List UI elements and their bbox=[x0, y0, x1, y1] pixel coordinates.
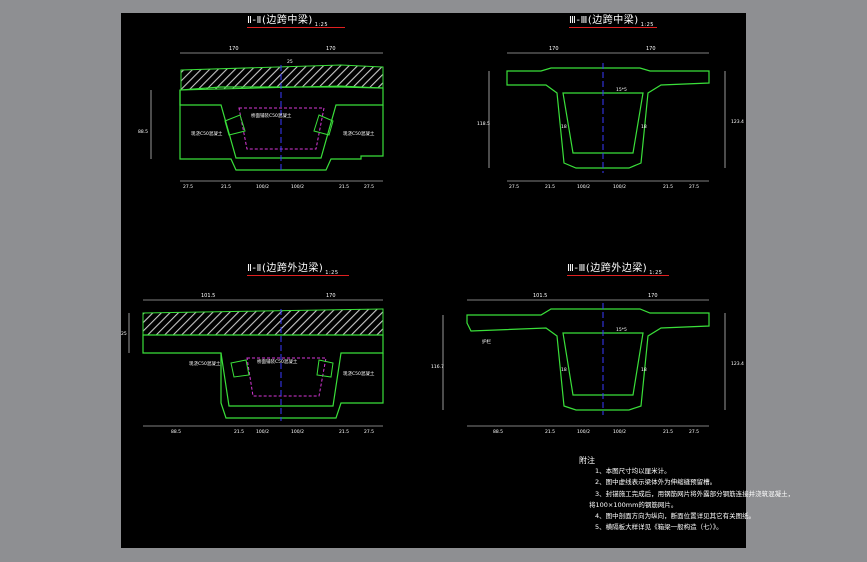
title-ii-outer: Ⅱ-Ⅱ(边跨外边梁) 1:25 bbox=[247, 259, 339, 276]
dim-left-height: 88.5 bbox=[138, 129, 148, 135]
dim-width-left: 101.5 bbox=[533, 293, 547, 299]
notes-block: 附注 1、本图尺寸均以厘米计。 2、图中虚线表示梁体外为伸缩缝预留槽。 3、封锚… bbox=[575, 455, 865, 533]
title-iii-middle: Ⅲ-Ⅲ(边跨中梁) 1:25 bbox=[569, 11, 654, 28]
dim-bottom-6: 27.5 bbox=[689, 184, 699, 190]
dim-bottom-3: 100/2 bbox=[256, 184, 269, 190]
dim-bottom-6: 27.5 bbox=[364, 184, 374, 190]
dim-bottom-2: 21.5 bbox=[221, 184, 231, 190]
dim-bottom-6: 27.5 bbox=[364, 429, 374, 435]
deck-hatch bbox=[180, 64, 384, 91]
dim-width-right: 170 bbox=[646, 46, 656, 52]
dim-bottom-2: 21.5 bbox=[545, 429, 555, 435]
dim-bottom-3: 100/2 bbox=[577, 184, 590, 190]
note-4: 4、图中剖面方向为纵向，断面位置详见其它有关图纸。 bbox=[595, 512, 756, 521]
dim-left-height: 118.5 bbox=[477, 121, 490, 127]
dim-bottom-6: 27.5 bbox=[689, 429, 699, 435]
dim-bottom-4: 100/2 bbox=[291, 429, 304, 435]
dim-bottom-5: 21.5 bbox=[339, 429, 349, 435]
dim-bottom-1: 88.5 bbox=[493, 429, 503, 435]
dim-width-left: 170 bbox=[229, 46, 239, 52]
dim-web-right: 18 bbox=[641, 367, 647, 373]
dim-web-left: 18 bbox=[561, 367, 567, 373]
dim-web-left: 18 bbox=[561, 124, 567, 130]
dim-width-left: 101.5 bbox=[201, 293, 215, 299]
dim-bottom-5: 21.5 bbox=[663, 184, 673, 190]
section-iii-outer-beam: 101.5 170 15*5 护栏 88.5 21.5 100/2 100/2 … bbox=[431, 293, 744, 435]
note-3: 3、封锚施工完成后，用钢筋网片将外露部分钢筋连接并浇筑混凝土， bbox=[595, 489, 795, 498]
title-text: Ⅱ-Ⅱ(边跨中梁) bbox=[247, 15, 313, 26]
dim-bottom-4: 100/2 bbox=[291, 184, 304, 190]
dim-chamfer: 15*5 bbox=[616, 87, 627, 93]
dim-bottom-2: 21.5 bbox=[545, 184, 555, 190]
dim-width-right: 170 bbox=[648, 293, 658, 299]
title-text: Ⅲ-Ⅲ(边跨中梁) bbox=[569, 15, 639, 26]
outer-box bbox=[220, 353, 384, 419]
title-ii-middle: Ⅱ-Ⅱ(边跨中梁) 1:25 bbox=[247, 11, 328, 28]
label-fill-left: 现浇C50混凝土 bbox=[191, 130, 223, 137]
dim-bottom-1: 88.5 bbox=[171, 429, 181, 435]
label-railing: 护栏 bbox=[482, 338, 491, 345]
title-iii-outer: Ⅲ-Ⅲ(边跨外边梁) 1:25 bbox=[567, 259, 662, 276]
note-5: 5、横隔板大样详见《箱梁一般构造（七）》。 bbox=[595, 523, 723, 532]
dim-right-height: 123.4 bbox=[731, 119, 744, 125]
dim-web-right: 18 bbox=[641, 124, 647, 130]
note-2: 2、图中虚线表示梁体外为伸缩缝预留槽。 bbox=[595, 478, 717, 487]
dim-bottom-5: 21.5 bbox=[339, 184, 349, 190]
dim-width-right: 170 bbox=[326, 46, 336, 52]
section-iii-middle-beam: 170 170 15*5 27.5 21.5 100/2 100/2 21.5 … bbox=[477, 46, 744, 190]
deck-hatch bbox=[142, 308, 384, 336]
dim-bottom-1: 27.5 bbox=[183, 184, 193, 190]
title-underline bbox=[247, 27, 345, 28]
dim-bottom-1: 27.5 bbox=[509, 184, 519, 190]
dim-width-right: 170 bbox=[326, 293, 336, 299]
dim-bottom-3: 100/2 bbox=[577, 429, 590, 435]
beam-outline bbox=[142, 334, 384, 407]
note-1: 1、本图尺寸均以厘米计。 bbox=[595, 467, 671, 476]
label-fill-left: 现浇C50混凝土 bbox=[189, 360, 221, 367]
title-underline bbox=[247, 275, 349, 276]
right-block bbox=[316, 359, 334, 378]
notes-heading: 附注 bbox=[579, 456, 595, 465]
title-underline bbox=[567, 275, 669, 276]
label-fill-right: 现浇C50混凝土 bbox=[343, 130, 375, 137]
dim-bottom-2: 21.5 bbox=[234, 429, 244, 435]
section-ii-outer-beam: 101.5 170 桥面铺装C50混凝土 现浇C50混凝土 现浇C50混凝土 8… bbox=[121, 293, 384, 435]
dim-bottom-4: 100/2 bbox=[613, 429, 626, 435]
title-text: Ⅱ-Ⅱ(边跨外边梁) bbox=[247, 263, 324, 274]
dim-bottom-5: 21.5 bbox=[663, 429, 673, 435]
dim-bottom-4: 100/2 bbox=[613, 184, 626, 190]
label-fill-right: 现浇C50混凝土 bbox=[343, 370, 375, 377]
left-block bbox=[230, 359, 250, 378]
dim-left-height: 25 bbox=[121, 331, 127, 337]
dim-width-left: 170 bbox=[549, 46, 559, 52]
dim-bottom-3: 100/2 bbox=[256, 429, 269, 435]
label-wetjoint: 25 bbox=[287, 59, 293, 65]
section-ii-middle-beam: 170 170 27.5 21.5 100/2 100/2 21.5 27.5 … bbox=[138, 46, 384, 190]
note-3-cont: 将100×100mm的钢筋网片。 bbox=[589, 500, 678, 509]
label-deck: 桥面铺装C50混凝土 bbox=[251, 112, 292, 119]
title-underline bbox=[569, 27, 657, 28]
label-deck: 桥面铺装C50混凝土 bbox=[257, 358, 298, 365]
dim-right-height: 123.4 bbox=[731, 361, 744, 367]
title-text: Ⅲ-Ⅲ(边跨外边梁) bbox=[567, 263, 648, 274]
dim-chamfer: 15*5 bbox=[616, 327, 627, 333]
dim-left-height: 116.7 bbox=[431, 364, 444, 370]
